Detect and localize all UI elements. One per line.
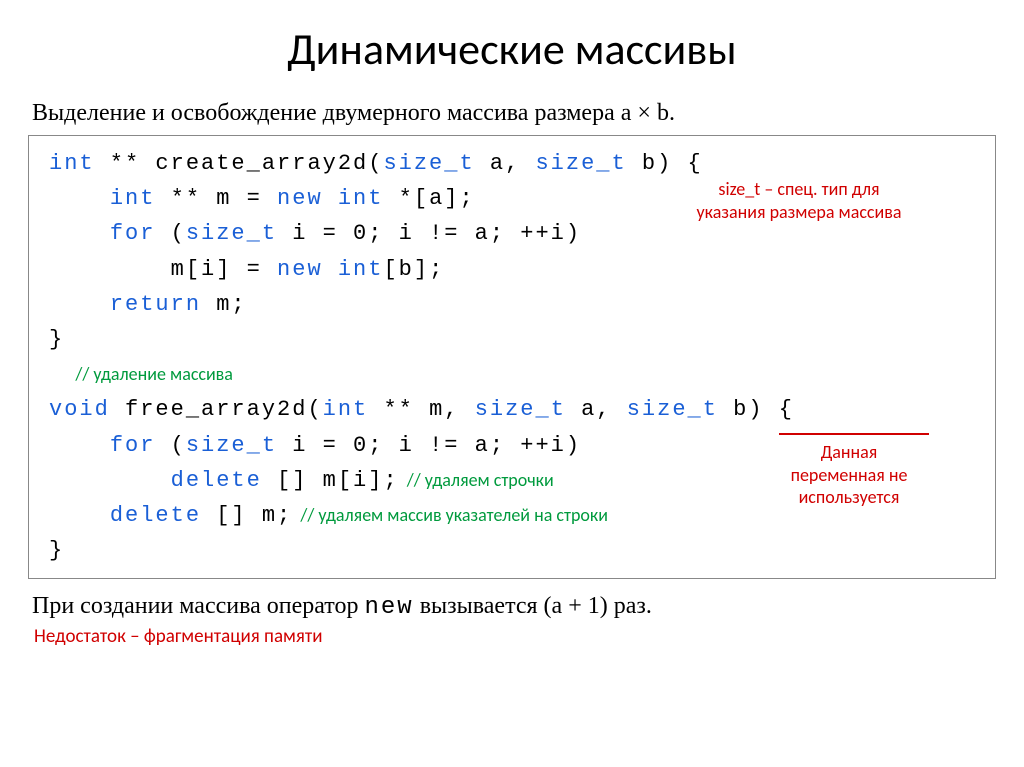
code-text: ( xyxy=(155,221,185,246)
code-line-8: void free_array2d(int ** m, size_t a, si… xyxy=(49,392,979,427)
code-text xyxy=(323,257,338,282)
code-line-12: } xyxy=(49,533,979,568)
bottom-note-post: раз. xyxy=(608,593,652,619)
bottom-drawback: Недостаток – фрагментация памяти xyxy=(34,625,996,648)
code-indent xyxy=(49,221,110,246)
code-text: a, xyxy=(475,151,536,176)
code-text: free_array2d( xyxy=(110,397,323,422)
kw-size-t: size_t xyxy=(535,151,626,176)
code-indent xyxy=(49,257,171,282)
code-indent xyxy=(49,433,110,458)
kw-int: int xyxy=(338,186,384,211)
kw-int: int xyxy=(110,186,156,211)
code-text: i = 0; i != a; ++i) xyxy=(277,433,581,458)
code-text: } xyxy=(49,538,64,563)
kw-int: int xyxy=(49,151,95,176)
code-indent xyxy=(49,468,171,493)
annotation-unused-l3: используется xyxy=(799,486,900,508)
subtitle-text: Выделение и освобождение двумерного масс… xyxy=(32,100,621,126)
annotation-unused-variable: Данная переменная не используется xyxy=(739,441,959,509)
code-block: size_t – спец. тип для указания размера … xyxy=(28,135,996,579)
kw-size-t: size_t xyxy=(475,397,566,422)
code-text: [] m; xyxy=(201,503,292,528)
bottom-note-mid: вызывается xyxy=(414,593,544,619)
kw-size-t: size_t xyxy=(186,221,277,246)
annotation-unused-l1: Данная xyxy=(821,441,878,463)
annotation-delete-array: // удаление массива xyxy=(75,363,233,385)
kw-new: new xyxy=(277,257,323,282)
code-text: b) { xyxy=(627,151,703,176)
kw-new: new xyxy=(277,186,323,211)
code-text: i = 0; i != a; ++i) xyxy=(277,221,581,246)
annotation-delete-rows: // удаляем строчки xyxy=(399,469,554,491)
kw-for: for xyxy=(110,433,156,458)
kw-delete: delete xyxy=(110,503,201,528)
code-text: m; xyxy=(201,292,247,317)
code-text: } xyxy=(49,327,64,352)
annotation-size-t: size_t – спец. тип для указания размера … xyxy=(669,178,929,223)
code-indent xyxy=(49,186,110,211)
code-text: ( xyxy=(155,433,185,458)
code-text: a, xyxy=(566,397,627,422)
kw-size-t: size_t xyxy=(627,397,718,422)
code-text: *[a]; xyxy=(383,186,474,211)
code-line-1: int ** create_array2d(size_t a, size_t b… xyxy=(49,146,979,181)
subtitle-expr: a × b xyxy=(621,100,669,126)
kw-delete: delete xyxy=(171,468,262,493)
kw-size-t: size_t xyxy=(186,433,277,458)
code-line-5: return m; xyxy=(49,287,979,322)
kw-void: void xyxy=(49,397,110,422)
code-text: ** m = xyxy=(155,186,277,211)
bottom-note: При создании массива оператор new вызыва… xyxy=(32,593,996,621)
slide: Динамические массивы Выделение и освобож… xyxy=(0,0,1024,767)
code-text: [b]; xyxy=(383,257,444,282)
kw-int: int xyxy=(338,257,384,282)
annotation-size-t-l1: size_t – спец. тип для xyxy=(718,178,879,200)
subtitle-post: . xyxy=(669,100,675,126)
annotation-unused-l2: переменная не xyxy=(791,464,908,486)
code-indent xyxy=(49,503,110,528)
code-line-7-ann: // удаление массива xyxy=(49,357,979,392)
kw-int: int xyxy=(323,397,369,422)
subtitle: Выделение и освобождение двумерного масс… xyxy=(32,100,996,127)
code-line-6: } xyxy=(49,322,979,357)
kw-return: return xyxy=(110,292,201,317)
code-line-4: m[i] = new int[b]; xyxy=(49,252,979,287)
slide-title: Динамические массивы xyxy=(28,22,996,76)
bottom-note-expr: (a + 1) xyxy=(544,593,608,619)
code-text xyxy=(323,186,338,211)
code-text: ** create_array2d( xyxy=(95,151,384,176)
annotation-delete-ptr-array: // удаляем массив указателей на строки xyxy=(292,504,608,526)
kw-new: new xyxy=(364,594,413,621)
code-text: m[i] = xyxy=(171,257,277,282)
underline-unused-var xyxy=(779,433,929,435)
kw-for: for xyxy=(110,221,156,246)
code-text: ** m, xyxy=(368,397,474,422)
bottom-note-pre: При создании массива оператор xyxy=(32,593,364,619)
code-text: b) { xyxy=(718,397,794,422)
code-indent xyxy=(49,292,110,317)
code-text: [] m[i]; xyxy=(262,468,399,493)
annotation-size-t-l2: указания размера массива xyxy=(697,201,902,223)
kw-size-t: size_t xyxy=(383,151,474,176)
